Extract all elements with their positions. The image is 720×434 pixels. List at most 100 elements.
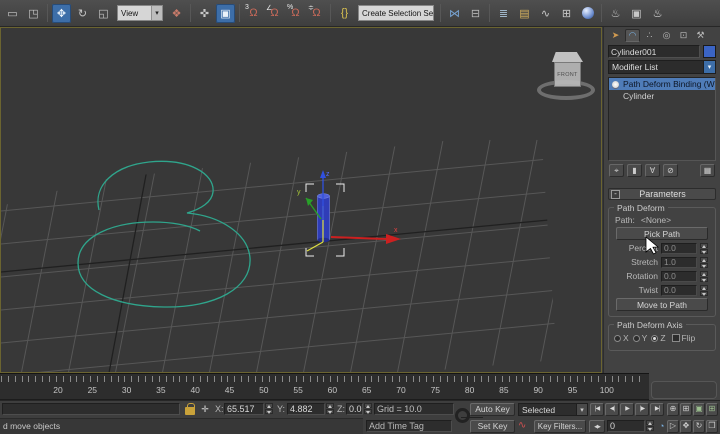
pan-hand-icon[interactable]: ✥: [680, 420, 692, 433]
rendered-frame-window-icon[interactable]: ▣: [627, 4, 646, 23]
absolute-mode-transform-icon[interactable]: [199, 403, 211, 415]
show-end-result-icon[interactable]: ▮: [627, 164, 642, 177]
orbit-icon[interactable]: ↻: [693, 420, 705, 433]
next-frame-button[interactable]: |▶: [635, 403, 649, 416]
modifier-stack-item[interactable]: Path Deform Binding (WS: [609, 78, 715, 90]
layer-manager-icon[interactable]: ≣: [494, 4, 513, 23]
zoom-icon[interactable]: ⊕: [667, 403, 679, 416]
axis-y-radio[interactable]: Y: [632, 333, 647, 343]
dropdown-arrow-icon[interactable]: [151, 6, 162, 20]
collapse-rollout-icon[interactable]: [611, 189, 620, 199]
percent-spinner[interactable]: [700, 242, 708, 254]
pin-stack-icon[interactable]: ⌖: [609, 164, 624, 177]
tab-hierarchy[interactable]: ∴: [642, 29, 657, 42]
maximize-viewport-toggle-icon[interactable]: ❒: [706, 420, 718, 433]
use-pivot-point-center-icon[interactable]: ❖: [167, 4, 186, 23]
y-coordinate-field[interactable]: 4.882: [287, 403, 325, 415]
curve-editor-icon[interactable]: ∿: [536, 4, 555, 23]
play-button[interactable]: ▶: [620, 403, 634, 416]
new-key-tangent-icon[interactable]: ∿: [518, 420, 526, 432]
tab-modify[interactable]: ◠: [625, 29, 640, 42]
go-to-end-button[interactable]: ▶|: [650, 403, 664, 416]
tab-motion[interactable]: ◎: [659, 29, 674, 42]
configure-modifier-sets-icon[interactable]: ▦: [700, 164, 715, 177]
keyboard-shortcut-override-icon[interactable]: ▣: [216, 3, 235, 23]
parameters-rollout-header[interactable]: Parameters: [608, 188, 716, 200]
current-frame-spinner[interactable]: [646, 420, 654, 431]
field-of-view-icon[interactable]: ▷: [667, 420, 679, 433]
schematic-view-icon[interactable]: ⊞: [557, 4, 576, 23]
time-configuration-icon[interactable]: ◔: [659, 420, 664, 432]
stretch-spinner[interactable]: [700, 256, 708, 268]
viewport-scene: z y x: [1, 130, 557, 372]
snaps-toggle-icon[interactable]: Ω3: [244, 4, 263, 23]
previous-frame-button[interactable]: ◀|: [605, 403, 619, 416]
percent-snap-icon[interactable]: Ω%: [286, 4, 305, 23]
twist-field[interactable]: 0.0: [661, 284, 697, 296]
zoom-extents-all-icon[interactable]: ⊞: [706, 403, 718, 416]
twist-spinner[interactable]: [700, 284, 708, 296]
dropdown-arrow-icon[interactable]: [703, 61, 715, 73]
set-key-button[interactable]: Set Key: [470, 420, 515, 433]
axis-z-radio[interactable]: Z: [651, 333, 666, 343]
tab-create[interactable]: ➤: [608, 29, 623, 42]
timeline-ruler[interactable]: 20 25 30 35 40 45 50 55 60 65 70 75 80 85 90 95 100: [0, 373, 649, 400]
rotation-spinner[interactable]: [700, 270, 708, 282]
key-mode-toggle[interactable]: ◀▶: [589, 420, 605, 433]
selection-lock-icon[interactable]: [185, 403, 195, 415]
add-time-tag-field[interactable]: Add Time Tag: [366, 420, 452, 432]
spinner-snap-icon[interactable]: Ω ≑: [307, 4, 326, 23]
home-grid: [1, 130, 557, 372]
x-coordinate-spinner[interactable]: [265, 403, 273, 414]
edit-named-selection-sets-icon[interactable]: {}: [335, 4, 354, 23]
auto-key-button[interactable]: Auto Key: [470, 403, 515, 416]
render-setup-icon[interactable]: ♨: [606, 4, 625, 23]
percent-field[interactable]: 0.0: [661, 242, 697, 254]
axis-x-radio[interactable]: X: [614, 333, 629, 343]
perspective-viewport[interactable]: z y x FRONT: [0, 27, 602, 373]
twist-label: Twist: [638, 285, 658, 295]
remove-modifier-icon[interactable]: ⊘: [663, 164, 678, 177]
select-and-scale-icon[interactable]: ◱: [94, 4, 113, 23]
zoom-all-icon[interactable]: ⊞: [680, 403, 692, 416]
viewcube-front-face[interactable]: FRONT: [554, 62, 581, 87]
window-crossing-toggle-icon[interactable]: ◳: [24, 4, 43, 23]
select-and-manipulate-icon[interactable]: ✜: [195, 4, 214, 23]
tab-display[interactable]: ⊡: [676, 29, 691, 42]
angle-snap-icon[interactable]: Ω ∠: [265, 4, 284, 23]
pick-path-button[interactable]: Pick Path: [616, 227, 708, 240]
selection-filter-dropdown[interactable]: Selected: [518, 403, 588, 416]
x-coordinate-field[interactable]: 65.517: [224, 403, 264, 415]
modifier-enabled-bulb-icon[interactable]: [612, 80, 619, 88]
zoom-extents-icon[interactable]: ▣: [693, 403, 705, 416]
key-filters-button[interactable]: Key Filters...: [534, 420, 586, 433]
stretch-field[interactable]: 1.0: [661, 256, 697, 268]
path-deform-group-title: Path Deform: [614, 203, 668, 213]
dropdown-arrow-icon[interactable]: [433, 6, 434, 20]
modifier-stack-item[interactable]: Cylinder: [609, 90, 715, 102]
rotation-field[interactable]: 0.0: [661, 270, 697, 282]
reference-coordinate-system-dropdown[interactable]: View: [117, 5, 163, 21]
move-to-path-button[interactable]: Move to Path: [616, 298, 708, 311]
object-name-field[interactable]: [608, 45, 700, 58]
mirror-icon[interactable]: ⋈: [445, 4, 464, 23]
material-editor-icon[interactable]: [578, 4, 597, 23]
object-color-swatch[interactable]: [703, 45, 716, 58]
go-to-start-button[interactable]: |◀: [590, 403, 604, 416]
modifier-list-dropdown[interactable]: Modifier List: [608, 60, 716, 74]
select-and-rotate-icon[interactable]: ↻: [73, 4, 92, 23]
rectangular-selection-region-icon[interactable]: ▭: [3, 4, 22, 23]
y-coordinate-spinner[interactable]: [326, 403, 334, 414]
select-and-move-icon[interactable]: ✥: [52, 3, 71, 23]
align-icon[interactable]: ⊟: [466, 4, 485, 23]
scene-explorer-icon[interactable]: ▤: [515, 4, 534, 23]
flip-checkbox[interactable]: Flip: [671, 333, 695, 343]
tab-utilities[interactable]: ⚒: [693, 29, 708, 42]
make-unique-icon[interactable]: ∀: [645, 164, 660, 177]
named-selection-sets-dropdown[interactable]: Create Selection Se: [358, 5, 434, 21]
current-frame-field[interactable]: 0: [607, 420, 645, 432]
render-production-icon[interactable]: ♨: [648, 4, 667, 23]
dropdown-arrow-icon[interactable]: [576, 404, 587, 415]
z-coordinate-field[interactable]: 0.0: [346, 403, 363, 415]
z-coordinate-spinner[interactable]: [364, 403, 372, 414]
